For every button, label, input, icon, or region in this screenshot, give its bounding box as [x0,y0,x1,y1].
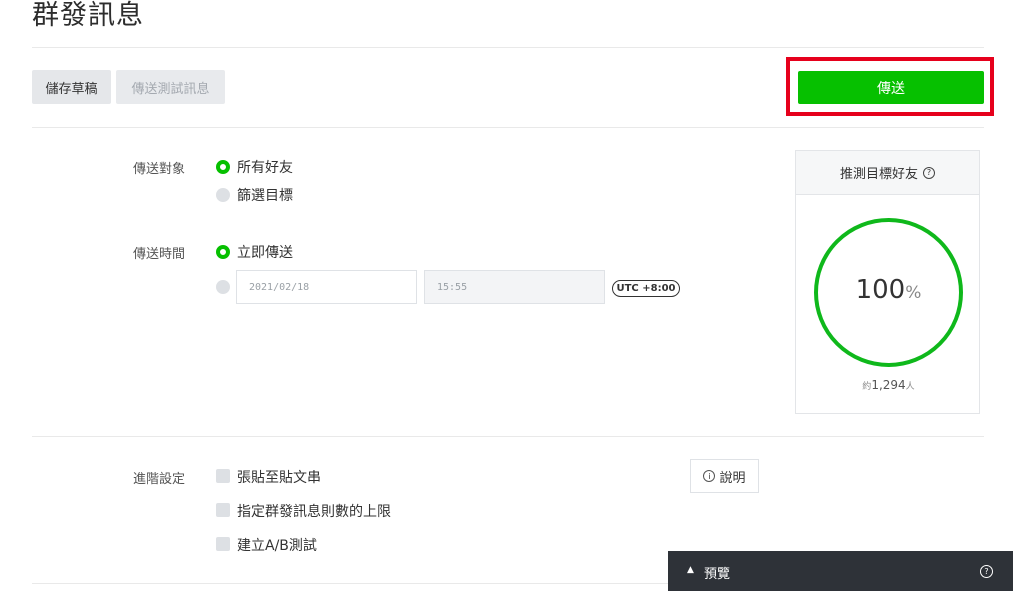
divider-middle [32,436,984,437]
checkbox-ab-test-label[interactable]: 建立A/B測試 [237,535,317,555]
radio-all-friends-label[interactable]: 所有好友 [237,157,293,177]
divider-top [32,47,984,48]
approx-count-wrap: 約1,294人 [796,378,981,392]
radio-send-now[interactable] [216,245,230,259]
time-label: 傳送時間 [133,247,186,262]
question-circle-icon[interactable]: ? [923,166,935,179]
approx-count: 1,294 [871,378,906,392]
page-title: 群發訊息 [32,0,144,31]
approx-unit: 人 [905,382,915,392]
checkbox-ab-test[interactable] [216,537,230,551]
timezone-badge: UTC +8:00 [612,280,680,297]
checkbox-post-timeline[interactable] [216,469,230,483]
radio-all-friends[interactable] [216,160,230,174]
approx-prefix: 約 [862,382,872,392]
radio-send-now-label[interactable]: 立即傳送 [237,242,293,262]
advanced-label: 進階設定 [133,472,186,487]
checkbox-message-limit[interactable] [216,503,230,517]
checkbox-post-timeline-label[interactable]: 張貼至貼文串 [237,467,321,487]
percent-unit: % [905,283,922,303]
preview-help-icon[interactable]: ? [980,565,993,578]
send-button[interactable]: 傳送 [798,71,984,104]
percent-value-wrap: 100% [796,275,981,305]
card-title: 推測目標好友 [839,167,918,182]
preview-bar[interactable]: ▲ 預覽 ? [668,551,1013,591]
radio-filter-target-label[interactable]: 篩選目標 [237,185,293,205]
info-circle-icon: i [703,470,716,482]
radio-filter-target[interactable] [216,188,230,202]
time-field[interactable]: 15:55 [424,270,605,304]
divider-toolbar [32,127,984,128]
send-test-button[interactable]: 傳送測試訊息 [116,70,225,104]
checkbox-message-limit-label[interactable]: 指定群發訊息則數的上限 [237,501,391,521]
card-header: 推測目標好友 ? [796,151,979,195]
radio-schedule[interactable] [216,280,230,294]
date-field[interactable]: 2021/02/18 [236,270,417,304]
info-button-label: 說明 [719,470,746,486]
info-button[interactable]: i 說明 [690,459,759,493]
target-estimate-card: 推測目標好友 ? 100% 約1,294人 [795,150,980,414]
caret-up-icon: ▲ [687,565,694,575]
preview-label: 預覽 [704,567,731,582]
save-draft-button[interactable]: 儲存草稿 [32,70,111,104]
percent-value: 100 [855,275,906,305]
target-label: 傳送對象 [133,162,186,177]
